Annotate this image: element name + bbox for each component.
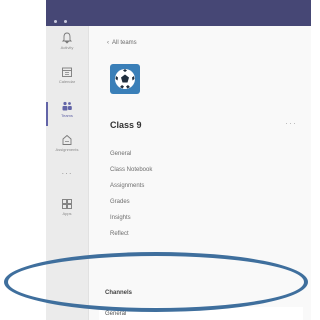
back-label: All teams: [112, 40, 137, 46]
rail-apps[interactable]: Apps: [46, 198, 88, 228]
rail-activity-label: Activity: [60, 45, 74, 50]
chevron-left-icon: ‹: [107, 40, 109, 46]
channel-list: General Class Notebook Assignments Grade…: [110, 146, 152, 242]
rail-calendar-label: Calendar: [58, 79, 76, 84]
rail-calendar[interactable]: Calendar: [46, 66, 88, 96]
teams-window: Activity Calendar Teams Assignments ··· …: [46, 0, 311, 320]
soccer-ball-icon: [115, 69, 135, 89]
rail-apps-label: Apps: [62, 211, 72, 216]
rail-teams-label: Teams: [61, 113, 73, 118]
channel-item[interactable]: Class Notebook: [110, 162, 152, 178]
rail-more-apps[interactable]: ···: [46, 168, 88, 198]
channel-item[interactable]: Reflect: [110, 226, 152, 242]
back-to-teams-link[interactable]: ‹ All teams: [107, 40, 137, 46]
teams-icon: [62, 101, 72, 111]
app-rail: Activity Calendar Teams Assignments ··· …: [46, 26, 89, 320]
channel-item[interactable]: Insights: [110, 210, 152, 226]
rail-teams[interactable]: Teams: [46, 100, 88, 130]
channel-item[interactable]: Assignments: [110, 178, 152, 194]
channel-item[interactable]: General: [110, 146, 152, 162]
channels-heading: Channels: [105, 290, 133, 296]
assignments-icon: [62, 134, 72, 145]
more-apps-icon: ···: [61, 169, 73, 178]
rail-activity[interactable]: Activity: [46, 32, 88, 62]
channel-general-row[interactable]: General: [99, 307, 303, 320]
more-options-icon[interactable]: ···: [285, 118, 297, 128]
team-panel: ‹ All teams Class 9 ··· General Class Not…: [89, 26, 311, 320]
apps-icon: [62, 199, 72, 209]
channel-item[interactable]: Grades: [110, 194, 152, 210]
team-name: Class 9: [110, 120, 142, 130]
title-bar: [46, 0, 311, 26]
calendar-icon: [62, 67, 72, 77]
rail-assignments[interactable]: Assignments: [46, 134, 88, 164]
bell-icon: [61, 32, 73, 44]
team-logo: [110, 64, 140, 94]
rail-assignments-label: Assignments: [55, 147, 79, 152]
